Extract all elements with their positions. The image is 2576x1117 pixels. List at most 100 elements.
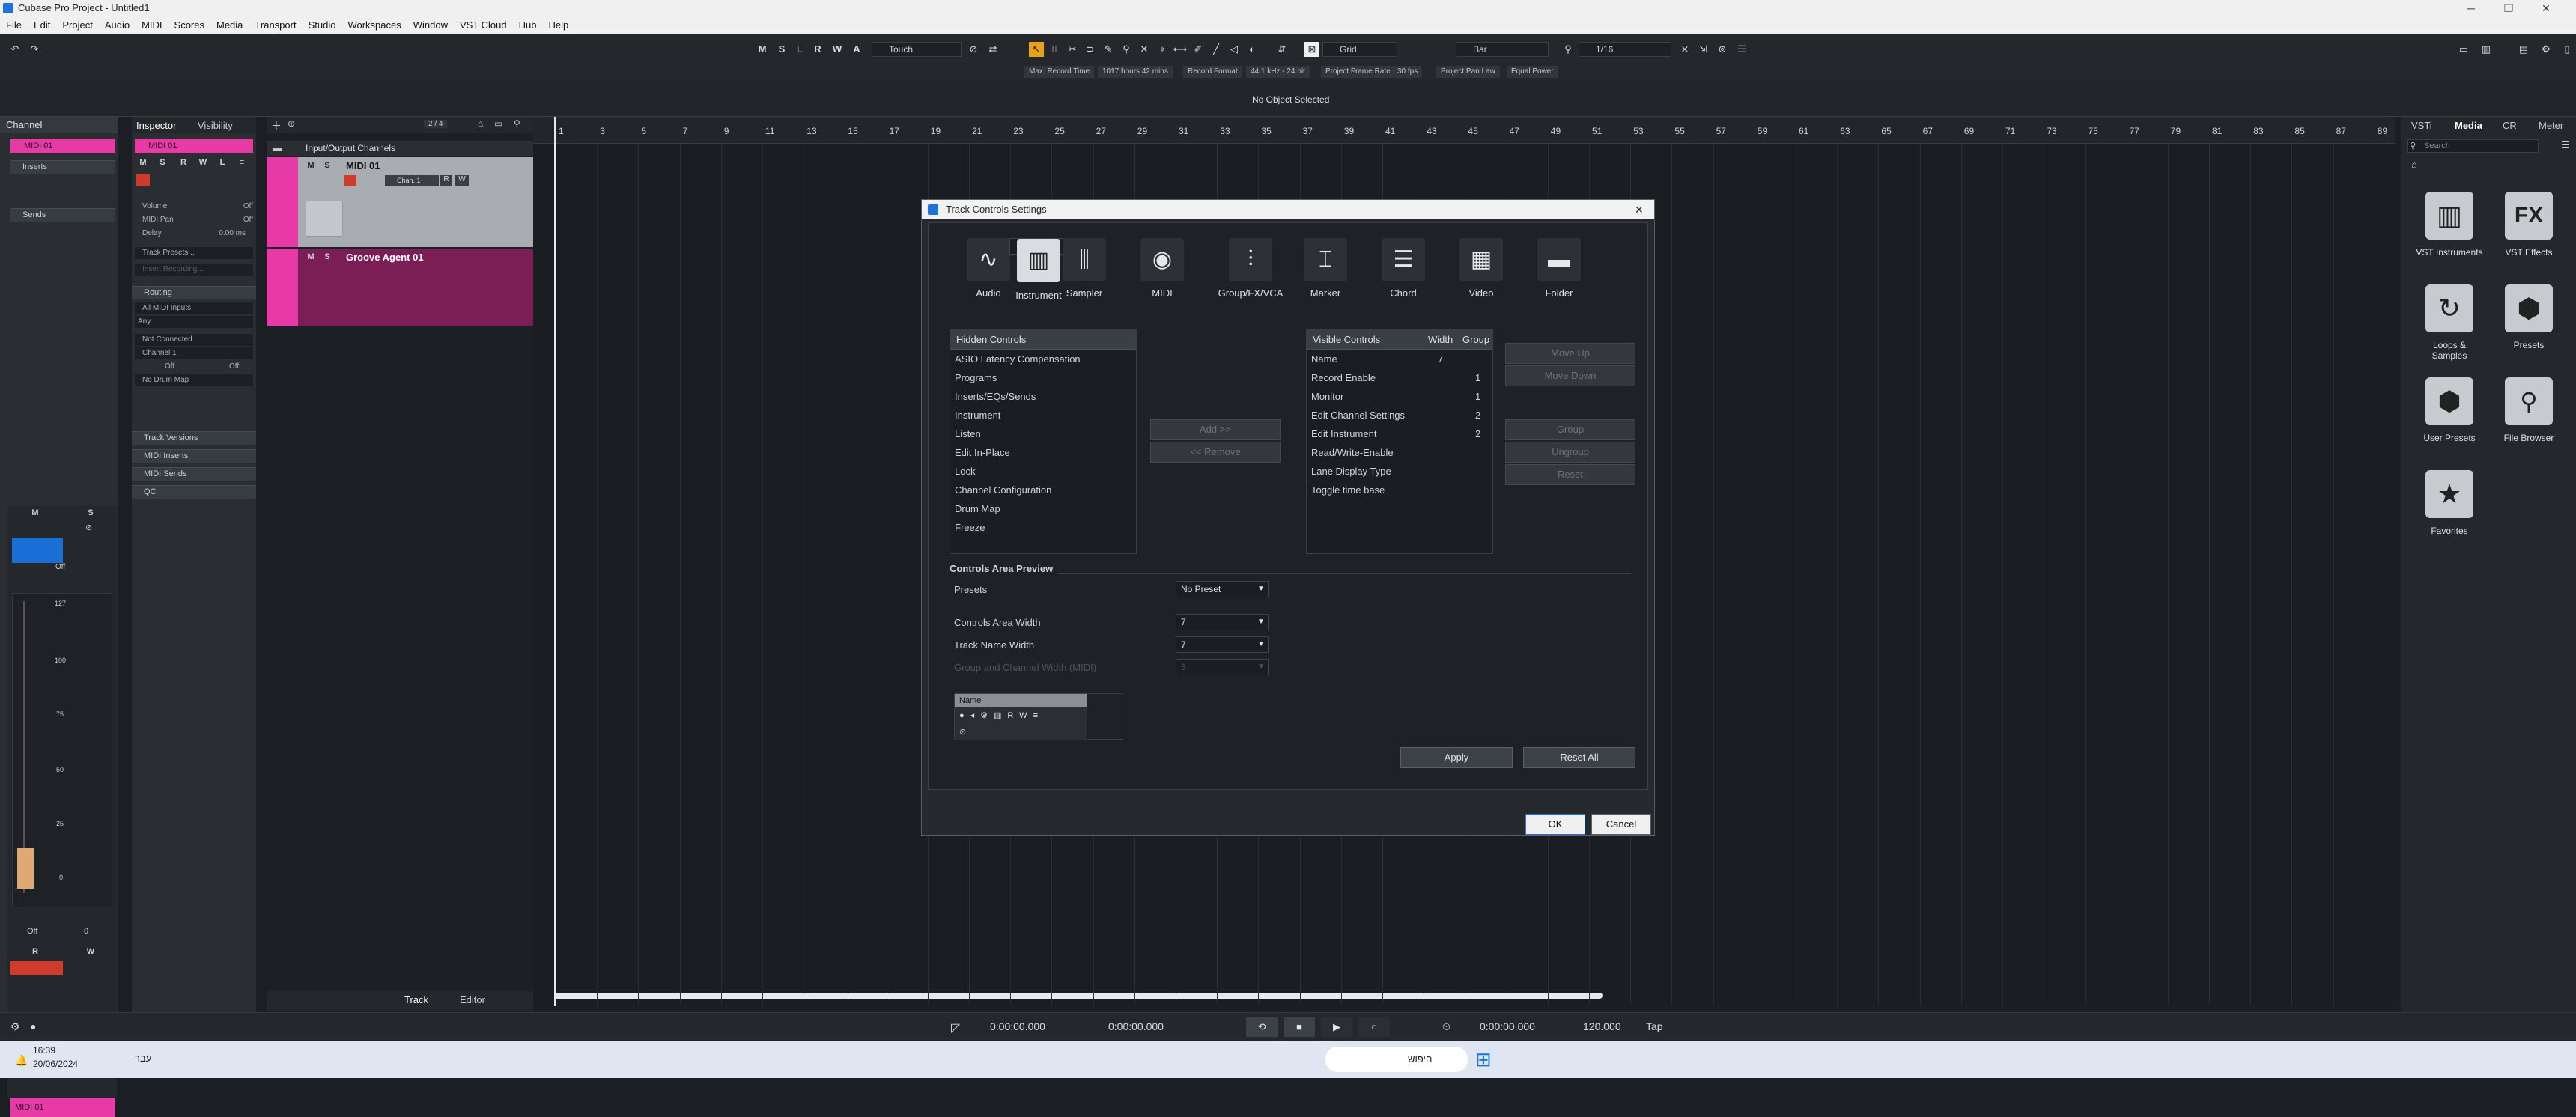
hidden-control-item[interactable]: Edit In-Place xyxy=(950,443,1136,462)
midi-track[interactable]: M S MIDI 01 Chan. 1 R W xyxy=(267,157,533,247)
pan-law[interactable]: Equal Power xyxy=(1507,66,1558,78)
add-button[interactable]: Add >> xyxy=(1150,419,1281,440)
section-sends[interactable]: Sends xyxy=(10,208,115,222)
tab-track[interactable]: Track xyxy=(404,994,428,1005)
snap-toggle-icon[interactable]: ⊠ xyxy=(1304,42,1319,57)
menu-studio[interactable]: Studio xyxy=(303,16,342,34)
move-up-button[interactable]: Move Up xyxy=(1505,343,1635,364)
toolbar-automation-button[interactable]: A xyxy=(849,42,864,57)
tab-editor[interactable]: Editor xyxy=(460,994,485,1005)
hidden-control-item[interactable]: Instrument xyxy=(950,406,1136,424)
object-select-tool-icon[interactable]: ↖ xyxy=(1029,42,1044,57)
menu-file[interactable]: File xyxy=(0,16,28,34)
media-tile[interactable]: ▥ VST Instruments xyxy=(2416,192,2483,267)
pan-row[interactable]: MIDI Pan Off xyxy=(135,214,253,226)
add-track-icon[interactable]: ＋ xyxy=(271,118,282,133)
toolbar-listen-button[interactable]: L xyxy=(792,42,807,57)
move-down-button[interactable]: Move Down xyxy=(1505,365,1635,386)
inspector-record-icon[interactable] xyxy=(136,174,150,186)
section-track-versions[interactable]: Track Versions xyxy=(132,431,256,445)
toolbar-solo-button[interactable]: S xyxy=(774,42,789,57)
hidden-control-item[interactable]: Drum Map xyxy=(950,499,1136,518)
menu-edit[interactable]: Edit xyxy=(28,16,56,34)
zones-icon[interactable]: ▥ xyxy=(2479,42,2494,57)
hidden-control-item[interactable]: Freeze xyxy=(950,518,1136,537)
punch-in-icon[interactable]: ◸ xyxy=(951,1020,960,1035)
horizontal-scrollbar[interactable] xyxy=(554,993,1603,999)
remove-button[interactable]: << Remove xyxy=(1150,442,1281,463)
undo-icon[interactable]: ↶ xyxy=(7,42,22,57)
track-write-button[interactable]: W xyxy=(455,175,469,186)
apply-button[interactable]: Apply xyxy=(1400,747,1513,768)
track-controls-settings-icon[interactable]: ⌂ xyxy=(478,118,483,129)
track-color-strip[interactable] xyxy=(267,249,298,326)
media-tile[interactable]: ⬢ Presets xyxy=(2495,284,2563,359)
menu-window[interactable]: Window xyxy=(407,16,454,34)
presets-select[interactable]: No Preset ▼ xyxy=(1176,581,1269,597)
menu-hub[interactable]: Hub xyxy=(513,16,543,34)
cycle-icon[interactable]: ⟲ xyxy=(1246,1017,1278,1037)
fader-area[interactable]: 127 100 75 50 25 0 xyxy=(12,593,112,907)
media-list-icon[interactable]: ☰ xyxy=(2561,139,2570,151)
hidden-control-item[interactable]: Inserts/EQs/Sends xyxy=(950,387,1136,406)
track-presets-field[interactable]: Track Presets... xyxy=(135,247,253,259)
listen-icon[interactable]: ⊘ xyxy=(85,523,92,532)
type-chord[interactable]: ☰ Chord xyxy=(1376,238,1430,307)
zoom-tool-icon[interactable]: ⚲ xyxy=(1119,42,1134,57)
quantize-icon[interactable]: ⚲ xyxy=(1561,42,1576,57)
track-record-icon[interactable] xyxy=(344,175,356,186)
track-mute-button[interactable]: M xyxy=(303,250,319,264)
track-name[interactable]: Groove Agent 01 xyxy=(346,252,424,263)
channel-solo-button[interactable]: S xyxy=(82,506,99,520)
visible-controls-list[interactable]: Visible Controls Width Group Name 7 Recor… xyxy=(1306,329,1493,554)
minimize-icon[interactable]: ─ xyxy=(2456,0,2486,16)
ungroup-button[interactable]: Ungroup xyxy=(1505,442,1635,463)
menu-transport[interactable]: Transport xyxy=(249,16,302,34)
transport-menu-icon[interactable]: ⚙ xyxy=(10,1020,20,1033)
menu-help[interactable]: Help xyxy=(543,16,575,34)
area-width-select[interactable]: 7 ▼ xyxy=(1176,614,1269,630)
menu-workspaces[interactable]: Workspaces xyxy=(341,16,407,34)
right-locator-value[interactable]: 0:00:00.000 xyxy=(1108,1020,1164,1032)
tab-meter[interactable]: Meter xyxy=(2539,120,2563,131)
track-channel-select[interactable]: Chan. 1 xyxy=(385,175,439,186)
media-tile[interactable]: FX VST Effects xyxy=(2495,192,2563,267)
close-icon[interactable]: ✕ xyxy=(2531,0,2561,16)
groove-agent-track[interactable]: M S Groove Agent 01 xyxy=(267,249,533,326)
toolbar-mute-button[interactable]: M xyxy=(755,42,770,57)
quantize-select[interactable]: 1/16 xyxy=(1579,42,1671,57)
type-instrument[interactable]: ▥ Instrument xyxy=(1009,238,1063,301)
track-solo-button[interactable]: S xyxy=(319,250,335,264)
name-width-select[interactable]: 7 ▼ xyxy=(1176,636,1269,653)
add-track-preset-icon[interactable]: ⊕ xyxy=(288,118,295,129)
home-icon[interactable]: ⌂ xyxy=(2411,159,2417,170)
type-sampler[interactable]: ⫼ Sampler xyxy=(1057,238,1111,307)
pan-value[interactable]: 0 xyxy=(84,927,88,936)
toolbar-read-button[interactable]: R xyxy=(810,42,825,57)
restore-icon[interactable]: ❐ xyxy=(2494,0,2524,16)
grid-type-select[interactable]: Bar xyxy=(1456,42,1549,57)
type-folder[interactable]: ▬ Folder xyxy=(1532,238,1586,307)
dialog-close-icon[interactable]: ✕ xyxy=(1635,200,1644,219)
lower-zone-icon[interactable]: ▯ xyxy=(2560,42,2575,57)
track-solo-button[interactable]: S xyxy=(319,159,335,172)
group-button[interactable]: Group xyxy=(1505,419,1635,440)
layout-icon[interactable]: ▭ xyxy=(2456,42,2471,57)
hidden-control-item[interactable]: Lock xyxy=(950,462,1136,481)
tab-inspector[interactable]: Inspector xyxy=(136,120,176,131)
hidden-control-item[interactable]: Programs xyxy=(950,368,1136,387)
visible-control-item[interactable]: Record Enable 1 xyxy=(1307,368,1492,387)
folder-track[interactable]: ▬ Input/Output Channels xyxy=(267,141,533,156)
tab-cr[interactable]: CR xyxy=(2503,120,2517,131)
volume-row[interactable]: Volume Off xyxy=(135,201,253,213)
time-warp-tool-icon[interactable]: ⟷ xyxy=(1173,42,1188,57)
windows-start-icon[interactable]: ⊞ xyxy=(1475,1048,1498,1071)
menu-project[interactable]: Project xyxy=(56,16,98,34)
inspector-read-button[interactable]: R xyxy=(175,156,192,169)
fader-handle[interactable] xyxy=(17,848,34,889)
menu-midi[interactable]: MIDI xyxy=(136,16,168,34)
track-name[interactable]: MIDI 01 xyxy=(346,160,380,171)
left-zone-icon[interactable]: ▤ xyxy=(2516,42,2531,57)
draw-tool-icon[interactable]: ✐ xyxy=(1191,42,1206,57)
delay-row[interactable]: Delay 0.00 ms xyxy=(135,228,253,240)
